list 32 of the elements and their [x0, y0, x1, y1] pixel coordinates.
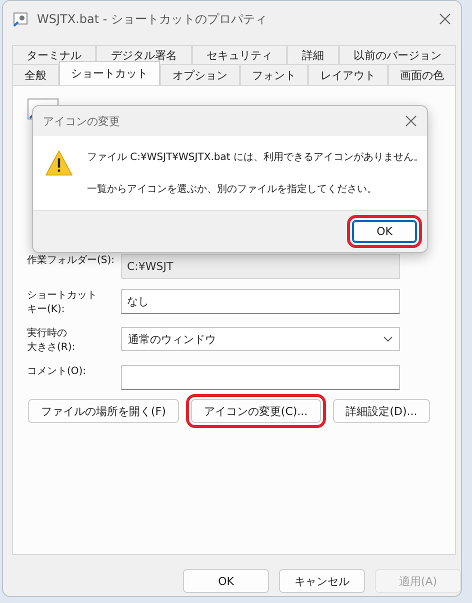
dialog-button[interactable]: キャンセル: [279, 569, 365, 593]
input-field[interactable]: [121, 365, 400, 390]
message-text: ファイル C:¥WSJT¥WSJTX.bat には、利用できるアイコンがありません。: [87, 150, 424, 164]
field-label: コメント(O):: [27, 365, 88, 379]
tab[interactable]: 以前のバージョン: [338, 45, 456, 64]
dropdown[interactable]: 通常のウィンドウ: [121, 327, 400, 351]
field-label: 実行時の 大きさ(R):: [27, 327, 76, 355]
dialog-title: アイコンの変更: [43, 114, 121, 128]
tab[interactable]: 詳細: [287, 45, 339, 64]
field-label: ショートカット キー(K):: [27, 289, 98, 317]
tab[interactable]: オプション: [160, 64, 240, 85]
tab[interactable]: セキュリティ: [192, 45, 288, 64]
warning-icon: [45, 150, 73, 176]
dialog-button[interactable]: OK: [183, 569, 269, 593]
tab[interactable]: 全般: [12, 64, 58, 85]
window-title: WSJTX.bat - ショートカットのプロパティ: [37, 10, 268, 28]
close-icon[interactable]: [405, 115, 417, 127]
tab[interactable]: ターミナル: [12, 45, 96, 64]
tab[interactable]: レイアウト: [308, 64, 388, 85]
tab[interactable]: ショートカット: [58, 61, 160, 85]
close-icon[interactable]: [439, 13, 451, 25]
action-button[interactable]: ファイルの場所を開く(F): [28, 399, 179, 423]
tab[interactable]: 画面の色: [388, 64, 456, 85]
chevron-icon: [383, 336, 393, 342]
message-text: 一覧からアイコンを選ぶか、別のファイルを指定してください。: [87, 182, 378, 196]
input-field[interactable]: なし: [121, 289, 400, 314]
tab[interactable]: フォント: [240, 64, 308, 85]
shortcut-file-icon: [13, 11, 29, 27]
ok-button[interactable]: OK: [352, 220, 417, 243]
action-button[interactable]: 詳細設定(D)...: [332, 399, 430, 423]
field-label: 作業フォルダー(S):: [27, 254, 116, 268]
action-button[interactable]: アイコンの変更(C)...: [190, 399, 321, 423]
